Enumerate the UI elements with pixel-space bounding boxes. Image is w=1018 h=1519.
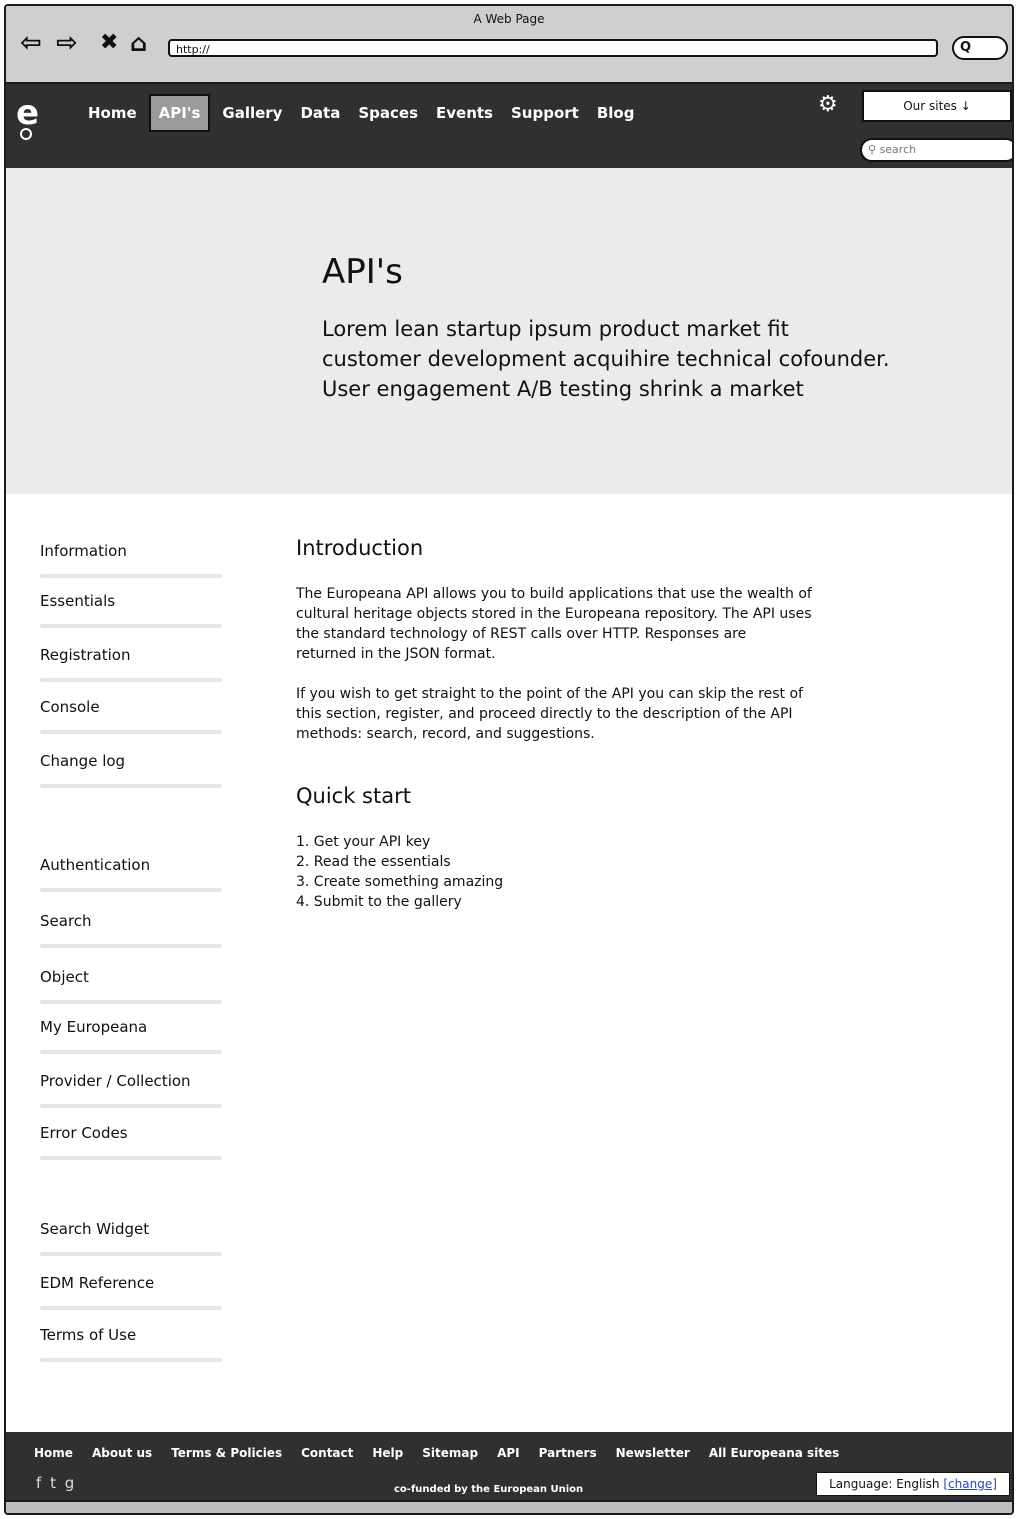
quick-start-list: 1. Get your API key 2. Read the essentia… <box>296 832 876 912</box>
sidebar-item-console[interactable]: Console <box>40 698 222 734</box>
browser-search-button[interactable]: Q <box>952 36 1008 60</box>
nav-spaces[interactable]: Spaces <box>358 102 418 124</box>
list-item: 3. Create something amazing <box>296 874 504 890</box>
gear-icon[interactable]: ⚙ <box>818 92 838 117</box>
home-icon[interactable]: ⌂ <box>130 28 147 58</box>
site-footer: Home About us Terms & Policies Contact H… <box>6 1432 1012 1500</box>
sidebar-item-label: Essentials <box>40 592 116 610</box>
paragraph-line: cultural heritage objects stored in the … <box>296 606 812 622</box>
close-icon[interactable]: ✖ <box>100 28 118 58</box>
sidebar-item-registration[interactable]: Registration <box>40 646 222 682</box>
browser-status-bar <box>6 1500 1012 1513</box>
list-item: 4. Submit to the gallery <box>296 894 462 910</box>
footer-link-all-sites[interactable]: All Europeana sites <box>709 1446 840 1460</box>
nav-data[interactable]: Data <box>300 102 340 124</box>
intro-paragraph-1: The Europeana API allows you to build ap… <box>296 584 876 664</box>
nav-gallery[interactable]: Gallery <box>222 102 282 124</box>
nav-blog[interactable]: Blog <box>597 102 635 124</box>
url-input[interactable]: http:// <box>168 39 938 57</box>
sidebar-item-label: Terms of Use <box>40 1326 137 1344</box>
hero-subtitle: Lorem lean startup ipsum product market … <box>322 314 982 404</box>
sidebar-item-label: Authentication <box>40 856 151 874</box>
sidebar-item-label: Registration <box>40 646 131 664</box>
hero-banner: API's Lorem lean startup ipsum product m… <box>6 168 1012 494</box>
footer-link-home[interactable]: Home <box>34 1446 73 1460</box>
language-change-link[interactable]: [change] <box>943 1477 997 1491</box>
sidebar-item-my-europeana[interactable]: My Europeana <box>40 1018 222 1054</box>
language-label: Language: English <box>829 1477 940 1491</box>
sidebar-item-authentication[interactable]: Authentication <box>40 856 222 892</box>
paragraph-line: this section, register, and proceed dire… <box>296 706 793 722</box>
paragraph-line: the standard technology of REST calls ov… <box>296 626 747 642</box>
sidebar-item-search-widget[interactable]: Search Widget <box>40 1220 222 1256</box>
our-sites-button[interactable]: Our sites ↓ <box>862 90 1012 122</box>
sidebar-item-label: Change log <box>40 752 126 770</box>
sidebar-item-terms-of-use[interactable]: Terms of Use <box>40 1326 222 1362</box>
site-search-input[interactable]: ⚲ search <box>860 138 1012 162</box>
paragraph-line: returned in the JSON format. <box>296 646 496 662</box>
nav-support[interactable]: Support <box>511 102 579 124</box>
twitter-icon[interactable]: t <box>50 1474 58 1492</box>
sidebar-item-search[interactable]: Search <box>40 912 222 948</box>
sidebar-item-error-codes[interactable]: Error Codes <box>40 1124 222 1160</box>
sidebar-item-provider-collection[interactable]: Provider / Collection <box>40 1072 222 1108</box>
social-icons: f t g <box>36 1474 76 1492</box>
intro-paragraph-2: If you wish to get straight to the point… <box>296 684 876 744</box>
footer-link-about-us[interactable]: About us <box>92 1446 152 1460</box>
main-nav: Home API's Gallery Data Spaces Events Su… <box>88 92 652 134</box>
sidebar-item-edm-reference[interactable]: EDM Reference <box>40 1274 222 1310</box>
sidebar-item-label: Object <box>40 968 89 986</box>
window-title: A Web Page <box>473 12 545 26</box>
footer-link-partners[interactable]: Partners <box>539 1446 597 1460</box>
hero-subtitle-line: customer development acquihire technical… <box>322 347 890 371</box>
magnifier-icon: Q <box>960 40 972 55</box>
europeana-logo-icon[interactable]: e <box>16 96 50 140</box>
sidebar-item-object[interactable]: Object <box>40 968 222 1004</box>
browser-window: A Web Page ⇦ ⇨ ✖ ⌂ http:// Q e Home API'… <box>4 4 1014 1515</box>
hero-subtitle-line: Lorem lean startup ipsum product market … <box>322 317 789 341</box>
nav-apis[interactable]: API's <box>148 94 211 132</box>
sidebar-item-label: Search Widget <box>40 1220 150 1238</box>
footer-link-help[interactable]: Help <box>372 1446 403 1460</box>
sidebar-item-label: EDM Reference <box>40 1274 155 1292</box>
sidebar-item-change-log[interactable]: Change log <box>40 752 222 788</box>
main-content: Introduction The Europeana API allows yo… <box>296 536 876 912</box>
search-icon: ⚲ <box>868 143 880 156</box>
footer-link-sitemap[interactable]: Sitemap <box>422 1446 478 1460</box>
forward-arrow-icon[interactable]: ⇨ <box>56 28 78 58</box>
introduction-heading: Introduction <box>296 536 424 560</box>
footer-link-terms[interactable]: Terms & Policies <box>171 1446 282 1460</box>
quick-start-heading: Quick start <box>296 784 411 808</box>
search-placeholder: search <box>879 143 917 156</box>
footer-link-api[interactable]: API <box>497 1446 520 1460</box>
page-title: API's <box>322 252 403 292</box>
google-plus-icon[interactable]: g <box>65 1474 77 1492</box>
list-item: 2. Read the essentials <box>296 854 451 870</box>
footer-links: Home About us Terms & Policies Contact H… <box>34 1446 858 1460</box>
facebook-icon[interactable]: f <box>36 1474 43 1492</box>
list-item: 1. Get your API key <box>296 834 431 850</box>
footer-link-contact[interactable]: Contact <box>301 1446 353 1460</box>
footer-link-newsletter[interactable]: Newsletter <box>616 1446 690 1460</box>
sidebar-item-information[interactable]: Information <box>40 542 222 578</box>
back-arrow-icon[interactable]: ⇦ <box>20 28 42 58</box>
sidebar-item-label: My Europeana <box>40 1018 148 1036</box>
cofunded-text: co-funded by the European Union <box>394 1484 584 1495</box>
sidebar-item-label: Information <box>40 542 127 560</box>
sidebar-item-label: Console <box>40 698 100 716</box>
language-selector[interactable]: Language: English [change] <box>816 1472 1010 1496</box>
sidebar-item-label: Error Codes <box>40 1124 128 1142</box>
paragraph-line: methods: search, record, and suggestions… <box>296 726 595 742</box>
sidebar-item-essentials[interactable]: Essentials <box>40 592 222 628</box>
browser-chrome: A Web Page ⇦ ⇨ ✖ ⌂ http:// Q <box>6 6 1012 84</box>
nav-home[interactable]: Home <box>88 102 137 124</box>
paragraph-line: If you wish to get straight to the point… <box>296 686 803 702</box>
paragraph-line: The Europeana API allows you to build ap… <box>296 586 812 602</box>
sidebar-item-label: Provider / Collection <box>40 1072 191 1090</box>
site-header: e Home API's Gallery Data Spaces Events … <box>6 84 1012 168</box>
sidebar-item-label: Search <box>40 912 92 930</box>
nav-events[interactable]: Events <box>436 102 493 124</box>
hero-subtitle-line: User engagement A/B testing shrink a mar… <box>322 377 804 401</box>
